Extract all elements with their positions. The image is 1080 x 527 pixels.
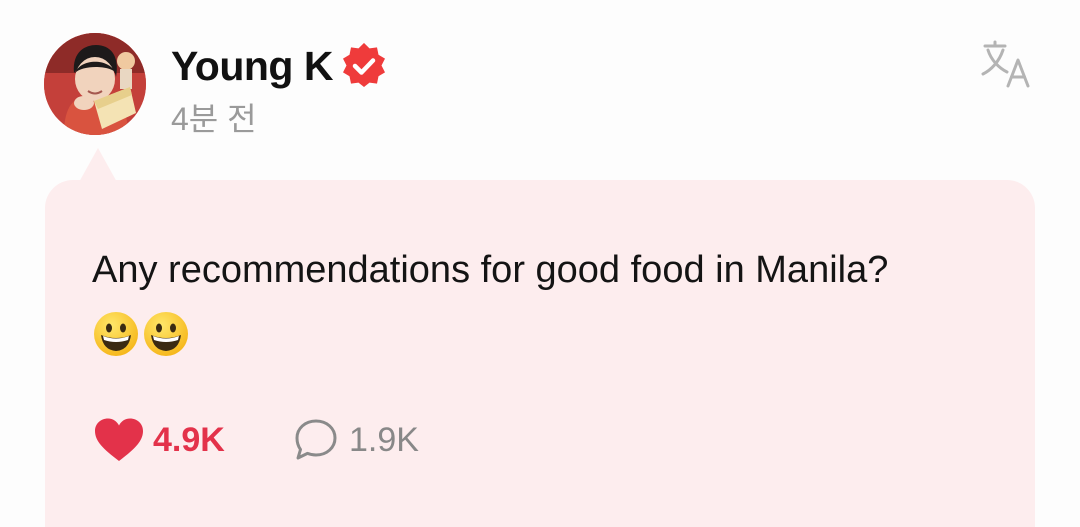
comment-button[interactable]: 1.9K [293, 416, 419, 464]
translate-button[interactable] [979, 38, 1033, 90]
speech-bubble-icon [295, 419, 337, 460]
like-count: 4.9K [153, 421, 225, 459]
verified-badge-icon [343, 43, 385, 88]
heart-icon [95, 418, 143, 461]
grinning-face-emoji [144, 312, 188, 356]
comment-count: 1.9K [349, 421, 419, 459]
post-text: Any recommendations for good food in Man… [92, 249, 889, 291]
post-header: Young K 4분 전 [0, 0, 1080, 160]
author-name[interactable]: Young K [171, 42, 333, 90]
translate-icon [981, 40, 1030, 88]
post-timestamp: 4분 전 [171, 101, 257, 137]
like-button[interactable]: 4.9K [93, 416, 225, 464]
post-bubble: Any recommendations for good food in Man… [45, 180, 1035, 527]
emoji-row [92, 310, 190, 358]
bubble-tail [78, 148, 118, 184]
author-avatar[interactable] [44, 33, 146, 135]
grinning-face-emoji [94, 312, 138, 356]
